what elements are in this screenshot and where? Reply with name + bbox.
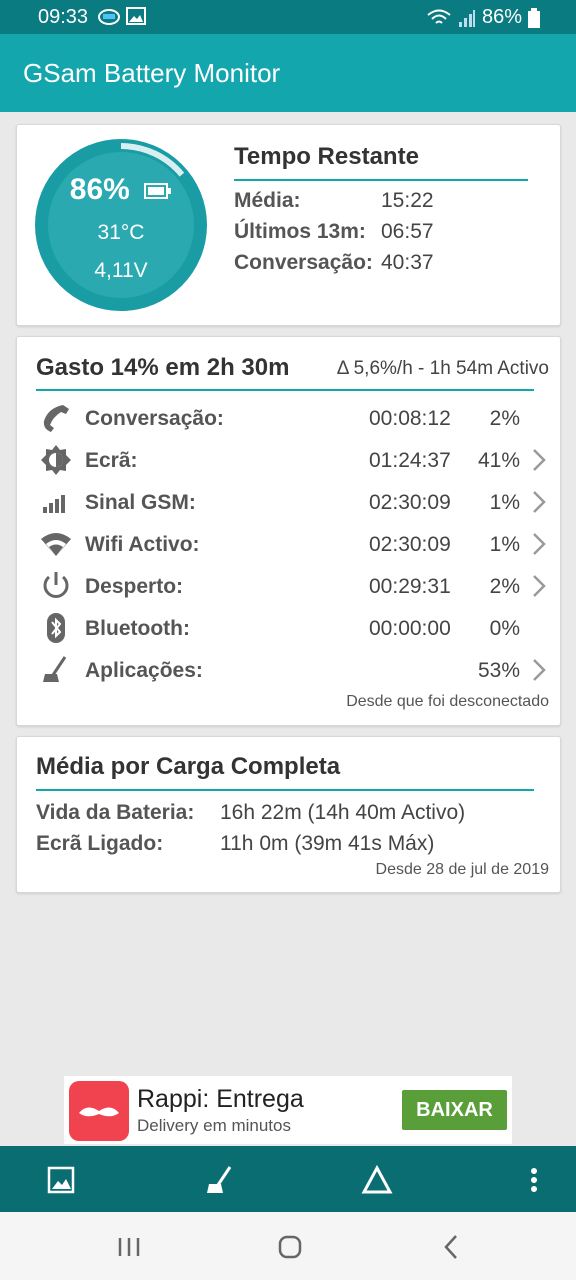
usage-title: Gasto 14% em 2h 30m (36, 354, 290, 381)
vpn-icon (98, 9, 120, 25)
chevron-right-icon[interactable] (532, 490, 546, 514)
average-label: Vida da Bateria: (36, 801, 195, 824)
usage-time: 00:00:00 (369, 617, 451, 640)
power-icon (43, 572, 69, 598)
ad-banner[interactable]: Rappi: Entrega Delivery em minutos BAIXA… (64, 1076, 512, 1144)
system-nav-bar (0, 1212, 576, 1280)
chevron-right-icon[interactable] (532, 574, 546, 598)
status-time: 09:33 (38, 6, 89, 28)
image-icon[interactable] (44, 1163, 78, 1197)
usage-label: Conversação: (85, 407, 224, 430)
ad-install-button[interactable]: BAIXAR (402, 1090, 507, 1130)
chevron-right-icon[interactable] (532, 658, 546, 682)
battery-percent: 86% (69, 173, 130, 206)
usage-row-bluetooth[interactable]: Bluetooth: 00:00:00 0% (17, 607, 560, 649)
broom-icon[interactable] (202, 1163, 236, 1197)
usage-label: Ecrã: (85, 449, 138, 472)
wifi-icon (41, 533, 71, 556)
image-icon (126, 7, 146, 25)
app-bar: GSam Battery Monitor (0, 34, 576, 112)
back-icon[interactable] (434, 1232, 468, 1262)
remaining-value: 06:57 (381, 220, 434, 243)
usage-percent: 53% (477, 659, 520, 682)
usage-card: Gasto 14% em 2h 30m Δ 5,6%/h - 1h 54m Ac… (16, 336, 561, 726)
battery-voltage: 4,11V (94, 259, 148, 282)
ad-logo (69, 1081, 129, 1141)
usage-row-wifi[interactable]: Wifi Activo: 02:30:09 1% (17, 523, 560, 565)
average-value: 16h 22m (14h 40m Activo) (220, 801, 466, 824)
home-icon[interactable] (273, 1232, 307, 1262)
remaining-label: Média: (234, 189, 301, 212)
phone-icon (43, 405, 69, 432)
usage-label: Aplicações: (85, 659, 203, 682)
average-label: Ecrã Ligado: (36, 832, 164, 855)
usage-time: 02:30:09 (369, 491, 451, 514)
divider (36, 789, 534, 791)
app-title: GSam Battery Monitor (23, 58, 281, 88)
divider (234, 179, 528, 181)
signal-icon (458, 9, 475, 27)
usage-time: 01:24:37 (369, 449, 451, 472)
usage-percent: 1% (489, 491, 520, 514)
usage-row-awake[interactable]: Desperto: 00:29:31 2% (17, 565, 560, 607)
average-footer: Desde 28 de jul de 2019 (375, 861, 549, 878)
usage-row-apps[interactable]: Aplicações: 53% (17, 649, 560, 691)
battery-icon (528, 7, 540, 28)
more-vert-icon[interactable] (517, 1163, 551, 1197)
usage-row-call[interactable]: Conversação: 00:08:12 2% (17, 397, 560, 439)
bluetooth-icon (47, 613, 65, 643)
status-battery-text: 86% (481, 6, 522, 28)
usage-percent: 1% (489, 533, 520, 556)
ad-title: Rappi: Entrega (137, 1085, 304, 1113)
remaining-label: Últimos 13m: (234, 220, 366, 243)
usage-rate: Δ 5,6%/h - 1h 54m Activo (336, 358, 549, 379)
usage-time: 00:29:31 (369, 575, 451, 598)
signal-bars-icon (43, 495, 65, 513)
usage-label: Wifi Activo: (85, 533, 200, 556)
usage-row-signal[interactable]: Sinal GSM: 02:30:09 1% (17, 481, 560, 523)
remaining-label: Conversação: (234, 251, 373, 274)
usage-label: Desperto: (85, 575, 184, 598)
battery-icon (144, 183, 172, 200)
mustache-icon (79, 1107, 119, 1117)
chevron-right-icon[interactable] (532, 448, 546, 472)
remaining-value: 15:22 (381, 189, 434, 212)
battery-card[interactable]: 86% 31°C 4,11V Tempo Restante Média: 15:… (16, 124, 561, 326)
usage-row-screen[interactable]: Ecrã: 01:24:37 41% (17, 439, 560, 481)
average-title: Média por Carga Completa (36, 753, 341, 780)
usage-label: Bluetooth: (85, 617, 190, 640)
usage-time: 00:08:12 (369, 407, 451, 430)
divider (36, 389, 534, 391)
remaining-value: 40:37 (381, 251, 434, 274)
usage-percent: 41% (477, 449, 520, 472)
wifi-icon (427, 9, 451, 24)
average-value: 11h 0m (39m 41s Máx) (220, 832, 435, 855)
usage-percent: 2% (489, 575, 520, 598)
recents-icon[interactable] (112, 1232, 146, 1262)
ad-subtitle: Delivery em minutos (137, 1116, 291, 1135)
usage-percent: 2% (489, 407, 520, 430)
usage-label: Sinal GSM: (85, 491, 196, 514)
battery-temperature: 31°C (97, 221, 145, 244)
status-bar: 09:33 86% (0, 0, 576, 34)
average-card: Média por Carga Completa Vida da Bateria… (16, 736, 561, 893)
usage-percent: 0% (489, 617, 520, 640)
usage-time: 02:30:09 (369, 533, 451, 556)
delta-icon[interactable] (360, 1163, 394, 1197)
bottom-action-bar (0, 1146, 576, 1212)
broom-icon (43, 656, 67, 682)
remaining-time-title: Tempo Restante (234, 143, 419, 170)
usage-footer: Desde que foi desconectado (346, 693, 549, 710)
brightness-icon (41, 445, 71, 475)
chevron-right-icon[interactable] (532, 532, 546, 556)
